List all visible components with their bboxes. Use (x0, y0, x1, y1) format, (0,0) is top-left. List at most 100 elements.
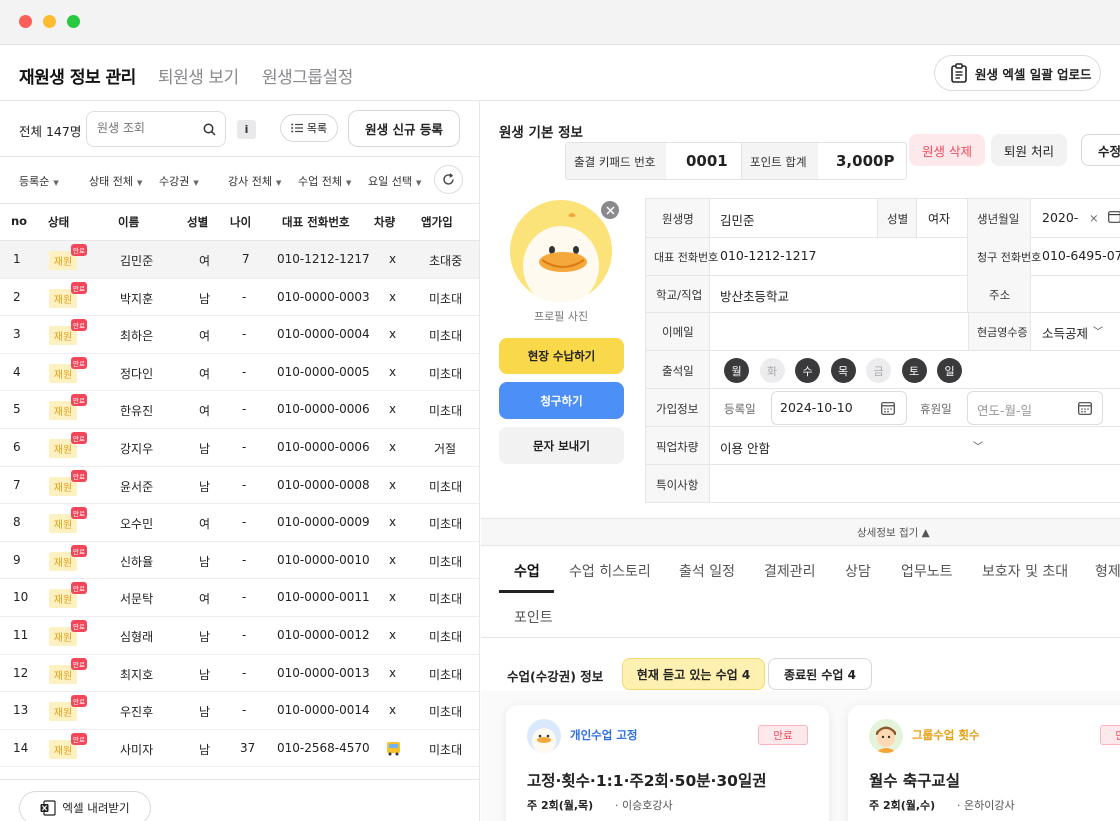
student-age: - (242, 289, 247, 304)
remove-photo-button[interactable] (599, 199, 621, 221)
weekday-toggle[interactable]: 금 (866, 358, 891, 383)
weekday-toggle[interactable]: 화 (759, 358, 785, 383)
tab-4[interactable]: 상담 (845, 561, 871, 581)
list-view-button[interactable]: 목록 (280, 114, 338, 142)
name-value[interactable]: 김민준 (720, 210, 755, 229)
excel-icon (40, 800, 57, 816)
onsite-payment-button[interactable]: 현장 수납하기 (499, 338, 624, 374)
send-sms-button[interactable]: 문자 보내기 (499, 427, 624, 464)
filter-ticket[interactable]: 수강권 ▼ (159, 173, 199, 189)
clear-date-icon[interactable]: × (1089, 211, 1099, 225)
filter-weekday[interactable]: 요일 선택 ▼ (368, 173, 421, 189)
tab-6[interactable]: 보호자 및 초대 (982, 561, 1068, 581)
expired-badge: 만료 (758, 725, 808, 745)
chevron-down-icon: ▼ (415, 179, 422, 187)
points-value: 3,000P (836, 152, 895, 170)
pickup-value[interactable]: 이용 안함 (720, 438, 770, 457)
expired-tag: 만료 (71, 281, 87, 294)
lesson-card[interactable]: 개인수업 고정 만료 고정·횟수·1:1·주2회·50분·30일권 주 2회(월… (506, 705, 829, 821)
table-row[interactable]: 3 재원 만료 최하은 여 -010-0000-0004 x 미초대 (0, 316, 479, 354)
collapse-label[interactable]: 상세정보 접기 ▲ (857, 525, 930, 540)
receipt-label: 현금영수증 (977, 326, 1028, 339)
table-row[interactable]: 1 재원 만료 김민준 여 7 010-1212-1217 x 초대중 (0, 241, 479, 279)
tab-2[interactable]: 출석 일정 (679, 561, 735, 581)
excel-download-button[interactable]: 엑셀 내려받기 (19, 791, 151, 821)
divider (481, 637, 1120, 638)
bill-phone-value[interactable]: 010-6495-07 (1042, 248, 1120, 263)
table-row[interactable]: 10 재원 만료 서문탁 여 -010-0000-0011 x 미초대 (0, 579, 479, 617)
table-row[interactable]: 13 재원 만료 우진후 남 -010-0000-0014 x 미초대 (0, 692, 479, 730)
withdraw-button[interactable]: 퇴원 처리 (991, 134, 1067, 166)
receipt-value[interactable]: 소득공제 (1042, 323, 1088, 342)
weekday-toggle[interactable]: 월 (724, 358, 749, 383)
close-window-icon[interactable] (19, 15, 32, 28)
search-input[interactable] (97, 121, 202, 135)
filter-sort[interactable]: 등록순 ▼ (19, 173, 59, 189)
table-row[interactable]: 14 재원 만료 사미자 남 37 010-2568-4570 미초대 (0, 730, 479, 768)
tab-5[interactable]: 업무노트 (901, 561, 953, 581)
lesson-card[interactable]: 그룹수업 횟수 만료 월수 축구교실 주 2회(월,수) · 온하이강사 (848, 705, 1120, 821)
table-row[interactable]: 5 재원 만료 한유진 여 -010-0000-0006 x 미초대 (0, 391, 479, 429)
filter-teacher-label: 강사 전체 (228, 175, 272, 188)
student-gender: 남 (199, 667, 211, 682)
minimize-window-icon[interactable] (43, 15, 56, 28)
gender-value[interactable]: 여자 (928, 210, 950, 227)
refresh-button[interactable] (434, 165, 463, 194)
table-row[interactable]: 7 재원 만료 윤서준 남 -010-0000-0008 x 미초대 (0, 467, 479, 505)
tab-student-groups[interactable]: 원생그룹설정 (262, 63, 353, 88)
search-icon[interactable] (203, 123, 216, 136)
student-phone: 010-0000-0009 (277, 515, 370, 530)
table-row[interactable]: 11 재원 만료 심형래 남 -010-0000-0012 x 미초대 (0, 617, 479, 655)
collapse-bar[interactable] (481, 518, 1120, 546)
bill-phone-label: 청구 전화번호 (977, 251, 1042, 264)
chevron-down-icon[interactable]: ﹀ (973, 438, 983, 453)
tab-7[interactable]: 형제 (1095, 561, 1120, 581)
expired-tag: 만료 (71, 695, 87, 708)
bus-icon (387, 741, 400, 756)
maximize-window-icon[interactable] (67, 15, 80, 28)
school-value[interactable]: 방산초등학교 (720, 286, 789, 305)
table-row[interactable]: 6 재원 만료 강지우 남 -010-0000-0006 x 거절 (0, 429, 479, 467)
table-row[interactable]: 4 재원 만료 정다인 여 -010-0000-0005 x 미초대 (0, 354, 479, 392)
chevron-down-icon[interactable]: ﹀ (1093, 323, 1103, 338)
tab-0[interactable]: 수업 (514, 561, 540, 581)
excel-upload-button[interactable]: 원생 엑셀 일괄 업로드 (934, 55, 1101, 91)
table-row[interactable]: 2 재원 만료 박지훈 남 -010-0000-0003 x 미초대 (0, 279, 479, 317)
info-icon[interactable]: i (237, 120, 256, 139)
calendar-icon[interactable] (1078, 401, 1092, 415)
student-gender: 남 (199, 554, 211, 569)
student-detail-panel: 원생 기본 정보 출결 키패드 번호 0001 포인트 합계 3,000P 원생… (481, 101, 1120, 821)
current-lessons-button[interactable]: 현재 듣고 있는 수업 4 (622, 658, 765, 690)
vehicle-status: x (389, 252, 397, 266)
tab-1[interactable]: 수업 히스토리 (569, 561, 651, 581)
weekday-toggle[interactable]: 목 (830, 358, 856, 383)
app-signup-status: 미초대 (429, 291, 463, 306)
tab-8[interactable]: 포인트 (514, 607, 553, 627)
weekday-toggle[interactable]: 수 (795, 358, 820, 383)
avatar[interactable] (510, 200, 612, 302)
divider (645, 464, 1120, 465)
tab-withdrawn-students[interactable]: 퇴원생 보기 (158, 63, 239, 88)
ended-lessons-button[interactable]: 종료된 수업 4 (768, 658, 872, 690)
bill-button[interactable]: 청구하기 (499, 382, 624, 419)
filter-teacher[interactable]: 강사 전체 ▼ (228, 173, 281, 189)
weekday-toggle[interactable]: 토 (901, 358, 927, 383)
app-signup-status: 미초대 (429, 554, 463, 569)
vehicle-status: x (389, 703, 397, 718)
calendar-icon[interactable] (881, 401, 895, 415)
table-row[interactable]: 9 재원 만료 신하율 남 -010-0000-0010 x 미초대 (0, 542, 479, 580)
table-row[interactable]: 8 재원 만료 오수민 여 -010-0000-0009 x 미초대 (0, 504, 479, 542)
new-student-button[interactable]: 원생 신규 등록 (348, 110, 460, 147)
weekday-toggle[interactable]: 일 (937, 358, 962, 383)
delete-student-button[interactable]: 원생 삭제 (909, 134, 985, 166)
edit-button[interactable]: 수정 (1081, 134, 1120, 166)
calendar-icon[interactable] (1108, 210, 1120, 223)
filter-status[interactable]: 상태 전체 ▼ (89, 173, 142, 189)
filter-class[interactable]: 수업 전체 ▼ (298, 173, 351, 189)
row-number: 7 (13, 477, 21, 492)
table-row[interactable]: 12 재원 만료 최지호 남 -010-0000-0013 x 미초대 (0, 655, 479, 693)
phone-value[interactable]: 010-1212-1217 (720, 248, 817, 263)
birth-value[interactable]: 2020- (1042, 210, 1078, 225)
tab-3[interactable]: 결제관리 (764, 561, 816, 581)
chevron-down-icon: ▼ (193, 179, 199, 187)
